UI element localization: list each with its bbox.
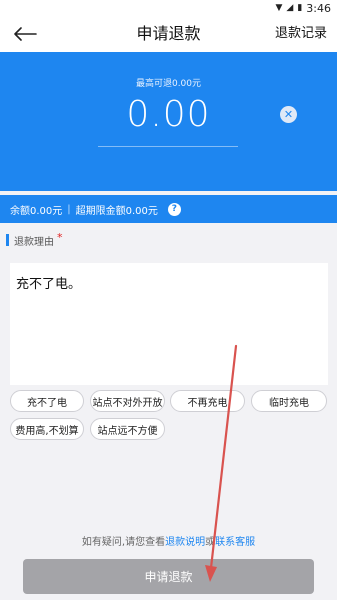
back-button[interactable]	[12, 22, 38, 46]
reason-accent-bar	[6, 234, 9, 246]
close-circle-icon: ✕	[283, 108, 294, 121]
reason-chip[interactable]: 不再充电	[170, 390, 245, 412]
balance-bar: 余额0.00元 | 超期限金额0.00元 ?	[0, 195, 337, 223]
battery-icon: ▮	[297, 2, 303, 13]
clear-amount-button[interactable]: ✕	[280, 106, 297, 123]
required-mark: *	[57, 230, 63, 244]
header: 申请退款 退款记录	[0, 16, 337, 52]
contact-service-link[interactable]: 联系客服	[215, 537, 255, 548]
help-or: 或	[205, 537, 216, 548]
question-circle-icon[interactable]: ?	[167, 202, 181, 216]
signal-icon: ◢	[286, 2, 294, 13]
reason-chip[interactable]: 充不了电	[10, 390, 84, 412]
reason-chip[interactable]: 临时充电	[251, 390, 327, 412]
help-prefix: 如有疑问,请您查看	[81, 537, 166, 548]
refund-history-link[interactable]: 退款记录	[275, 16, 327, 52]
refund-amount-panel: 最高可退0.00元 0.00 ✕	[0, 52, 337, 191]
arrow-left-icon	[14, 27, 37, 41]
wifi-icon: ▼	[275, 2, 283, 13]
reason-label: 退款理由	[14, 236, 54, 248]
reason-chip[interactable]: 站点不对外开放	[90, 390, 165, 412]
reason-textarea[interactable]: 充不了电。	[10, 263, 328, 385]
reason-chip[interactable]: 费用高,不划算	[10, 418, 84, 440]
reason-chip[interactable]: 站点远不方便	[90, 418, 165, 440]
refund-explain-link[interactable]: 退款说明	[165, 537, 205, 548]
status-bar: ▼ ◢ ▮ 3:46	[0, 0, 337, 16]
overdue-limit-text: 超期限金额0.00元	[75, 205, 158, 217]
balance-text: 余额0.00元	[10, 205, 63, 217]
submit-refund-button[interactable]: 申请退款	[23, 559, 314, 594]
balance-separator: |	[67, 203, 71, 215]
status-time: 3:46	[306, 1, 331, 15]
reason-label-row: 退款理由 *	[6, 230, 63, 248]
max-refund-text: 最高可退0.00元	[135, 79, 202, 89]
help-text: 如有疑问,请您查看退款说明或联系客服	[0, 533, 337, 548]
amount-underline	[98, 146, 238, 147]
